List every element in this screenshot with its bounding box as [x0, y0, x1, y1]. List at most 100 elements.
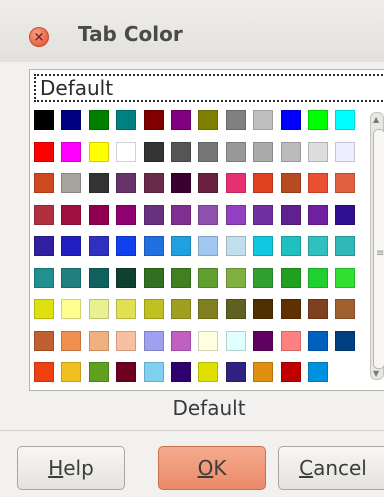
color-swatch[interactable] [61, 299, 81, 319]
color-swatch[interactable] [89, 331, 109, 351]
color-swatch[interactable] [308, 362, 328, 382]
color-swatch[interactable] [253, 110, 273, 130]
color-swatch[interactable] [116, 362, 136, 382]
color-swatch[interactable] [116, 173, 136, 193]
color-swatch[interactable] [89, 205, 109, 225]
color-swatch[interactable] [226, 142, 246, 162]
color-swatch[interactable] [34, 173, 54, 193]
scroll-down-icon[interactable]: ▼ [373, 369, 379, 378]
color-swatch[interactable] [144, 205, 164, 225]
help-button[interactable]: Help [17, 446, 125, 490]
color-swatch[interactable] [253, 142, 273, 162]
color-swatch[interactable] [226, 110, 246, 130]
color-swatch[interactable] [226, 173, 246, 193]
color-swatch[interactable] [61, 268, 81, 288]
color-swatch[interactable] [144, 268, 164, 288]
color-swatch[interactable] [61, 331, 81, 351]
color-swatch[interactable] [144, 110, 164, 130]
color-swatch[interactable] [198, 173, 218, 193]
color-swatch[interactable] [281, 142, 301, 162]
color-swatch[interactable] [253, 299, 273, 319]
color-swatch[interactable] [226, 331, 246, 351]
color-swatch[interactable] [198, 205, 218, 225]
color-swatch[interactable] [61, 362, 81, 382]
color-swatch[interactable] [308, 236, 328, 256]
color-swatch[interactable] [335, 299, 355, 319]
color-swatch[interactable] [198, 236, 218, 256]
color-swatch[interactable] [61, 142, 81, 162]
color-swatch[interactable] [226, 205, 246, 225]
color-swatch[interactable] [61, 110, 81, 130]
color-swatch[interactable] [34, 110, 54, 130]
color-swatch[interactable] [171, 142, 191, 162]
color-swatch[interactable] [198, 142, 218, 162]
color-swatch[interactable] [171, 236, 191, 256]
color-swatch[interactable] [335, 331, 355, 351]
color-swatch[interactable] [116, 142, 136, 162]
color-swatch[interactable] [335, 268, 355, 288]
color-swatch[interactable] [116, 110, 136, 130]
color-swatch[interactable] [198, 299, 218, 319]
scroll-thumb[interactable]: ≡ [373, 129, 384, 369]
color-swatch[interactable] [253, 236, 273, 256]
color-swatch[interactable] [144, 236, 164, 256]
color-swatch[interactable] [226, 299, 246, 319]
color-swatch[interactable] [116, 299, 136, 319]
color-swatch[interactable] [335, 205, 355, 225]
color-swatch[interactable] [308, 173, 328, 193]
color-swatch[interactable] [308, 299, 328, 319]
color-swatch[interactable] [116, 236, 136, 256]
color-swatch[interactable] [171, 173, 191, 193]
color-swatch[interactable] [61, 205, 81, 225]
color-swatch[interactable] [89, 110, 109, 130]
color-swatch[interactable] [308, 205, 328, 225]
color-swatch[interactable] [116, 268, 136, 288]
color-swatch[interactable] [61, 173, 81, 193]
color-swatch[interactable] [281, 110, 301, 130]
color-swatch[interactable] [171, 205, 191, 225]
color-swatch[interactable] [198, 331, 218, 351]
color-swatch[interactable] [34, 236, 54, 256]
color-swatch[interactable] [226, 268, 246, 288]
color-swatch[interactable] [34, 268, 54, 288]
color-swatch[interactable] [116, 331, 136, 351]
color-swatch[interactable] [226, 236, 246, 256]
color-swatch[interactable] [89, 299, 109, 319]
color-swatch[interactable] [308, 142, 328, 162]
color-swatch[interactable] [335, 236, 355, 256]
color-swatch[interactable] [198, 362, 218, 382]
color-swatch[interactable] [34, 331, 54, 351]
color-swatch[interactable] [89, 362, 109, 382]
color-swatch[interactable] [308, 268, 328, 288]
color-swatch[interactable] [171, 299, 191, 319]
color-swatch[interactable] [171, 268, 191, 288]
color-swatch[interactable] [144, 299, 164, 319]
color-swatch[interactable] [89, 236, 109, 256]
color-swatch[interactable] [335, 142, 355, 162]
color-swatch[interactable] [171, 331, 191, 351]
color-swatch[interactable] [144, 362, 164, 382]
color-swatch[interactable] [34, 299, 54, 319]
color-swatch[interactable] [171, 110, 191, 130]
color-swatch[interactable] [281, 173, 301, 193]
color-swatch[interactable] [198, 268, 218, 288]
color-swatch[interactable] [281, 362, 301, 382]
color-swatch[interactable] [253, 362, 273, 382]
color-swatch[interactable] [308, 331, 328, 351]
color-swatch[interactable] [281, 268, 301, 288]
color-swatch[interactable] [226, 362, 246, 382]
close-icon[interactable]: × [29, 27, 49, 47]
color-swatch[interactable] [253, 331, 273, 351]
color-swatch[interactable] [34, 142, 54, 162]
color-swatch[interactable] [253, 173, 273, 193]
color-swatch[interactable] [308, 110, 328, 130]
color-swatch[interactable] [34, 362, 54, 382]
color-swatch[interactable] [335, 110, 355, 130]
scroll-up-icon[interactable]: ▲ [373, 115, 379, 124]
color-swatch[interactable] [281, 236, 301, 256]
color-swatch[interactable] [253, 205, 273, 225]
color-swatch[interactable] [89, 268, 109, 288]
color-swatch[interactable] [34, 205, 54, 225]
color-swatch[interactable] [144, 331, 164, 351]
color-swatch[interactable] [116, 205, 136, 225]
